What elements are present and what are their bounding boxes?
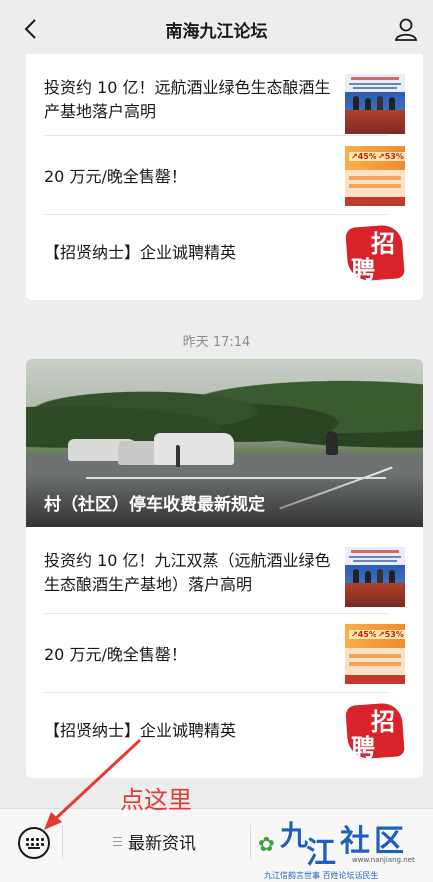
page-title: 南海九江论坛 bbox=[165, 22, 268, 42]
divider bbox=[44, 613, 388, 614]
divider bbox=[44, 214, 388, 215]
annotation-text: 点这里 bbox=[120, 786, 192, 814]
article-title: 【招贤纳士】企业诚聘精英 bbox=[44, 243, 237, 262]
news-photo-thumbnail bbox=[345, 547, 405, 607]
community-logo[interactable]: ✿ 九 江 社 区 www.nanjiang.net 九江信韵言世事 百姓论坛话… bbox=[258, 812, 418, 882]
divider bbox=[44, 135, 388, 136]
price-poster-thumbnail: ↗45% ↗53% bbox=[345, 624, 405, 684]
article-title: 投资约 10 亿！九江双蒸（远航酒业绿色生态酿酒生产基地）落户高明 bbox=[44, 551, 331, 594]
article-item[interactable]: 20 万元/晚全售罄！ ↗45% ↗53% bbox=[44, 624, 405, 686]
article-item[interactable]: 20 万元/晚全售罄！ ↗45% ↗53% bbox=[44, 146, 405, 208]
divider bbox=[62, 825, 63, 859]
user-profile-icon[interactable] bbox=[393, 16, 419, 42]
recruit-stamp-thumbnail: 招 聘 bbox=[345, 700, 405, 760]
article-title: 20 万元/晚全售罄！ bbox=[44, 167, 187, 186]
hero-caption: 村（社区）停车收费最新规定 bbox=[44, 495, 265, 515]
article-card-1: 投资约 10 亿！远航酒业绿色生态酿酒生产基地落户高明 20 万元/晚全售罄！ … bbox=[26, 54, 423, 300]
flower-icon: ✿ bbox=[258, 832, 275, 856]
divider bbox=[250, 825, 251, 859]
menu-item-label: 最新资讯 bbox=[128, 833, 196, 854]
menu-list-icon bbox=[113, 836, 122, 846]
article-item[interactable]: 【招贤纳士】企业诚聘精英 招 聘 bbox=[44, 222, 405, 284]
recruit-stamp-thumbnail: 招 聘 bbox=[345, 222, 405, 282]
article-title: 【招贤纳士】企业诚聘精英 bbox=[44, 721, 237, 740]
keyboard-icon[interactable] bbox=[18, 827, 50, 859]
article-title: 20 万元/晚全售罄！ bbox=[44, 645, 187, 664]
article-card-2: 村（社区）停车收费最新规定 投资约 10 亿！九江双蒸（远航酒业绿色生态酿酒生产… bbox=[26, 359, 423, 778]
divider bbox=[44, 692, 388, 693]
message-timestamp: 昨天 17:14 bbox=[182, 335, 251, 350]
article-item[interactable]: 投资约 10 亿！远航酒业绿色生态酿酒生产基地落户高明 bbox=[44, 74, 405, 136]
hero-article[interactable]: 村（社区）停车收费最新规定 bbox=[26, 359, 423, 527]
menu-item-latest-news[interactable]: 最新资讯 bbox=[113, 829, 196, 854]
article-item[interactable]: 【招贤纳士】企业诚聘精英 招 聘 bbox=[44, 700, 405, 762]
article-item[interactable]: 投资约 10 亿！九江双蒸（远航酒业绿色生态酿酒生产基地）落户高明 bbox=[44, 547, 405, 609]
navigation-bar: 南海九江论坛 bbox=[0, 0, 433, 58]
price-poster-thumbnail: ↗45% ↗53% bbox=[345, 146, 405, 206]
article-title: 投资约 10 亿！远航酒业绿色生态酿酒生产基地落户高明 bbox=[44, 78, 331, 121]
news-photo-thumbnail bbox=[345, 74, 405, 134]
